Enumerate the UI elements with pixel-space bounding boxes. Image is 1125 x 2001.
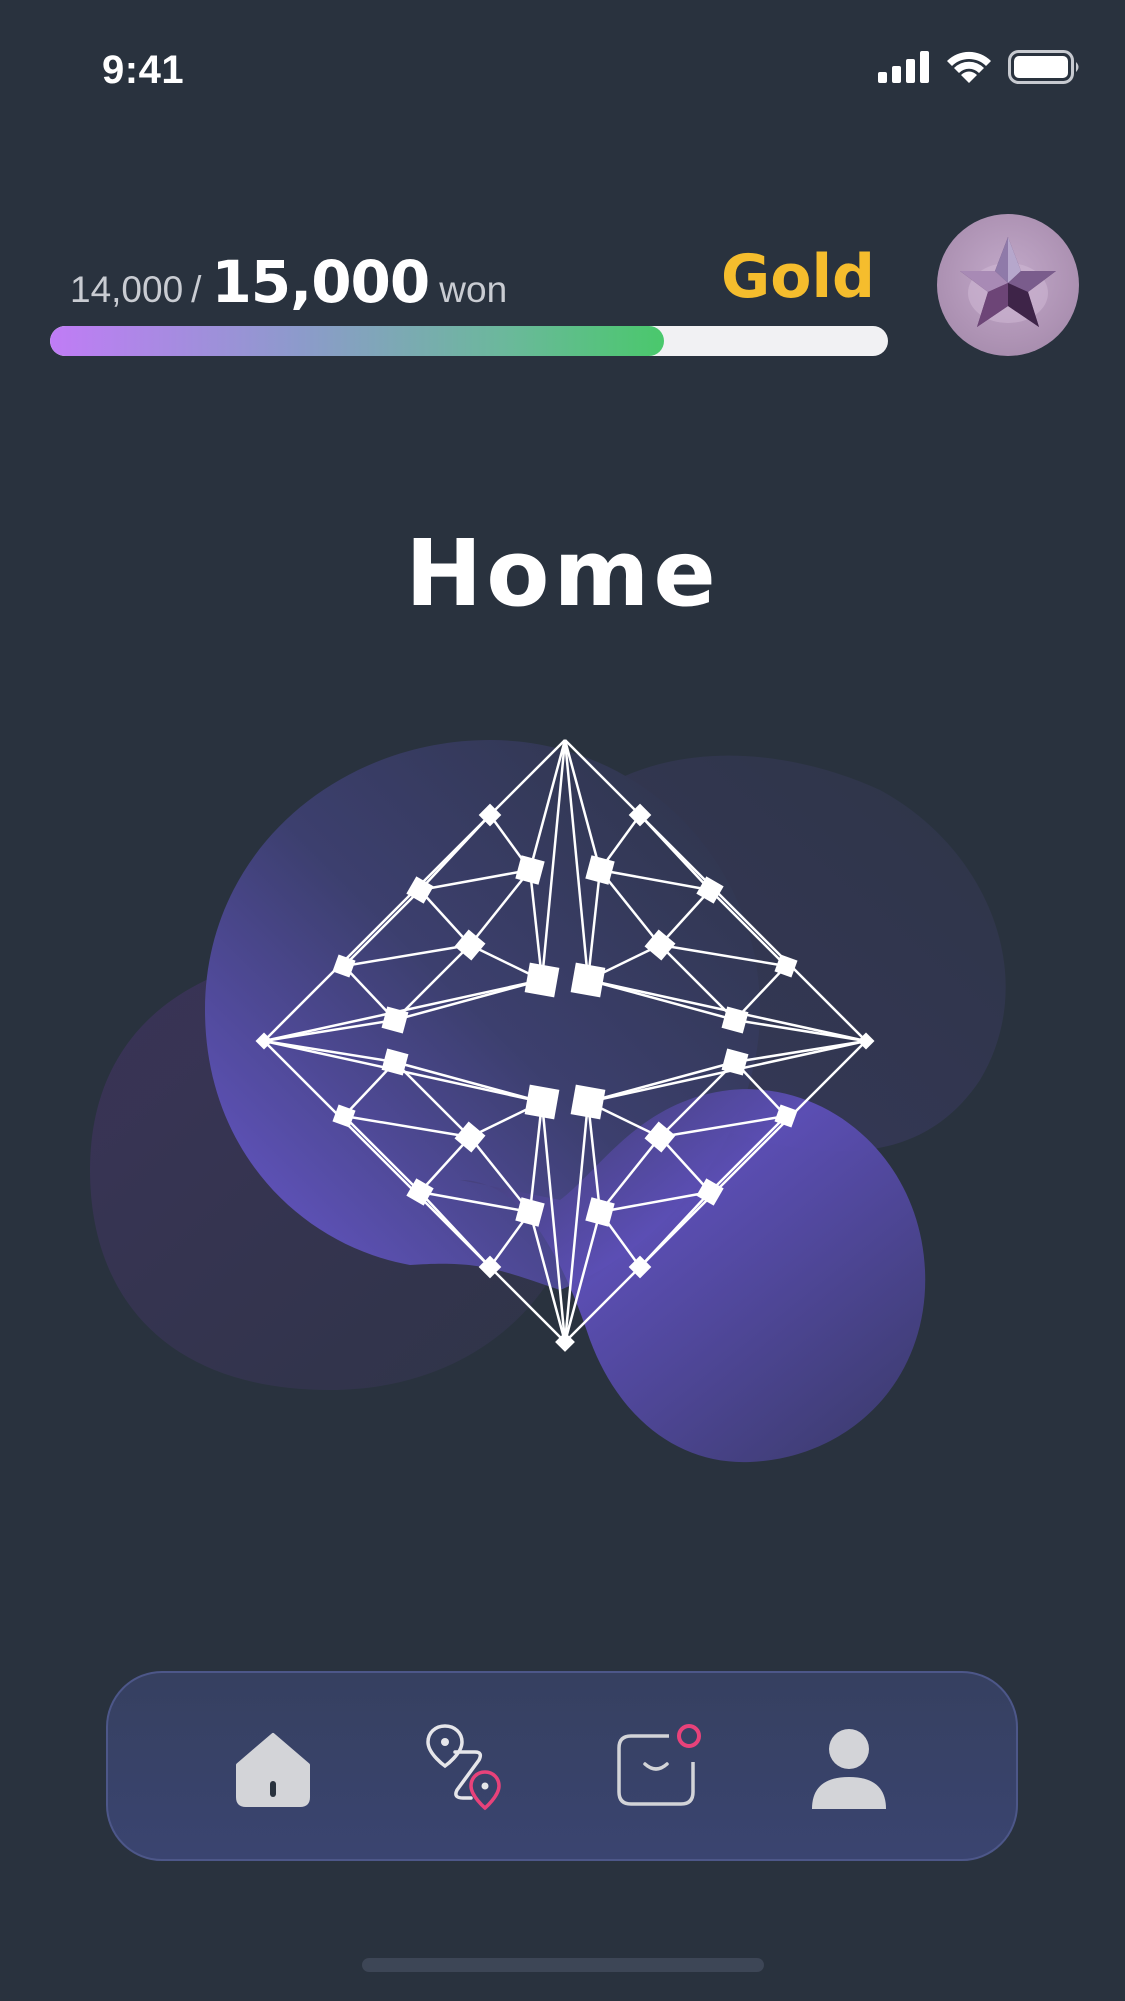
nav-profile[interactable]	[794, 1713, 904, 1823]
avatar[interactable]	[937, 214, 1079, 356]
lattice-node	[524, 1084, 560, 1120]
cellular-signal-icon	[878, 51, 929, 83]
battery-icon	[1008, 50, 1079, 84]
status-time: 9:41	[102, 48, 185, 92]
points-text: 14,000 / 15,000 won	[70, 248, 507, 316]
nav-mail[interactable]	[602, 1713, 712, 1823]
reward-progress: 14,000 / 15,000 won Gold	[50, 240, 890, 370]
lattice-node	[570, 1084, 606, 1120]
home-icon	[236, 1733, 310, 1807]
progress-bar-fill	[50, 326, 665, 356]
profile-icon	[812, 1729, 886, 1809]
points-unit: won	[439, 269, 508, 310]
tier-label: Gold	[721, 242, 875, 312]
nav-home[interactable]	[218, 1713, 328, 1823]
status-bar: 9:41	[0, 0, 1125, 140]
lattice-node	[570, 962, 606, 998]
points-goal: 15,000	[211, 248, 430, 316]
status-icons	[878, 50, 1082, 84]
page-title: Home	[405, 520, 720, 627]
points-current: 14,000	[70, 269, 184, 310]
wifi-icon	[947, 51, 991, 83]
mail-icon	[617, 1724, 701, 1806]
notification-badge	[677, 1724, 701, 1748]
progress-bar	[50, 326, 888, 356]
home-indicator	[362, 1958, 764, 1972]
points-separator: /	[191, 269, 202, 310]
route-icon	[426, 1724, 501, 1811]
hero-illustration	[90, 739, 1006, 1463]
bottom-nav	[106, 1671, 1018, 1861]
lattice-node	[524, 962, 560, 998]
nav-route[interactable]	[410, 1713, 520, 1823]
star-badge-icon	[960, 237, 1056, 327]
